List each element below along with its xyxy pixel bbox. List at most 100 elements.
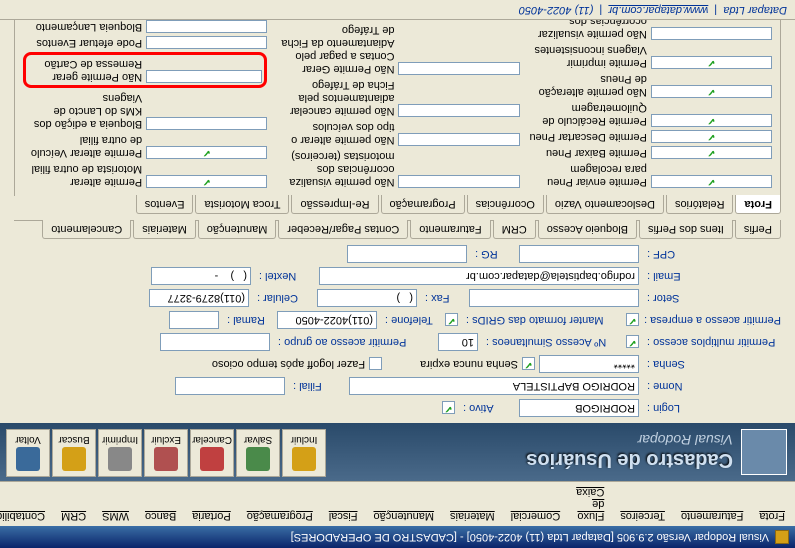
senha-input[interactable] <box>539 355 639 373</box>
option-checkbox[interactable] <box>651 27 772 40</box>
nome-input[interactable] <box>349 377 639 395</box>
tab-troca-motorista[interactable]: Troca Motorista <box>195 195 289 214</box>
menu-comercial[interactable]: Comercial <box>505 484 567 524</box>
statusbar: Datapar Ltda | www.datapar.com.br | (11)… <box>0 0 795 20</box>
status-phone: (11) 4022-4050 <box>519 4 593 16</box>
option-checkbox[interactable]: ✔ <box>651 114 772 127</box>
option-checkbox[interactable] <box>399 104 520 117</box>
buscar-button-icon <box>62 448 86 472</box>
option-label: Permite Baixar Pneu <box>528 146 647 159</box>
nextel-input[interactable] <box>151 267 251 285</box>
option-label: Não Permite Gerar Contas a pagar pelo Ad… <box>275 23 394 75</box>
option-row: ✔Permite imprimir Viagens inconsistentes <box>528 43 772 69</box>
menu-terceiros[interactable]: Terceiros <box>614 484 671 524</box>
option-checkbox[interactable] <box>146 36 267 49</box>
mult-checkbox[interactable]: ✔ <box>626 336 639 349</box>
empresa-label: Permitir acesso a empresa : <box>643 314 781 326</box>
option-checkbox[interactable] <box>399 175 520 188</box>
tel-input[interactable] <box>277 311 377 329</box>
option-checkbox[interactable]: ✔ <box>651 56 772 69</box>
menu-crm[interactable]: CRM <box>55 484 92 524</box>
option-checkbox[interactable] <box>146 70 262 83</box>
option-checkbox[interactable]: ✔ <box>651 85 772 98</box>
grid-checkbox[interactable]: ✔ <box>445 314 458 327</box>
filial-label: Filial : <box>289 380 345 392</box>
empresa-checkbox[interactable]: ✔ <box>626 314 639 327</box>
menu-materiais[interactable]: Materiais <box>444 484 501 524</box>
ativo-checkbox[interactable]: ✔ <box>442 402 455 415</box>
senha-nunca-label: Senha nunca expira <box>420 358 518 370</box>
menu-frota[interactable]: Frota <box>753 484 791 524</box>
frota-col1: ✔Permite enviar Pneu para recolagem✔Perm… <box>528 0 772 188</box>
cancelar-button[interactable]: Cancelar <box>190 429 234 477</box>
grupo-input[interactable] <box>160 333 270 351</box>
tab-eventos[interactable]: Eventos <box>136 195 194 214</box>
option-checkbox[interactable] <box>399 62 520 75</box>
fax-input[interactable] <box>317 289 417 307</box>
ramal-input[interactable] <box>169 311 219 329</box>
tab-relat-rios[interactable]: Relatórios <box>666 195 734 214</box>
option-checkbox[interactable]: ✔ <box>651 146 772 159</box>
incluir-button[interactable]: Incluir <box>282 429 326 477</box>
senha-nunca-checkbox[interactable]: ✔ <box>522 358 535 371</box>
rg-input[interactable] <box>347 245 467 263</box>
option-label: Não permite visualiza ocorrências dos mo… <box>275 149 394 188</box>
option-checkbox[interactable]: ✔ <box>146 175 267 188</box>
filial-input[interactable] <box>175 377 285 395</box>
option-checkbox[interactable]: ✔ <box>651 175 772 188</box>
menu-banco[interactable]: Banco <box>139 484 182 524</box>
tab-crm[interactable]: CRM <box>493 220 536 239</box>
setor-input[interactable] <box>469 289 639 307</box>
option-checkbox[interactable]: ✔ <box>651 130 772 143</box>
tab-faturamento[interactable]: Faturamento <box>410 220 490 239</box>
grupo-label: Permitir acesso ao grupo : <box>274 336 434 348</box>
menu-wms[interactable]: WMS <box>96 484 135 524</box>
nacesso-input[interactable] <box>438 333 478 351</box>
menu-faturamento[interactable]: Faturamento <box>675 484 749 524</box>
tab-programa-o[interactable]: Programação <box>381 195 465 214</box>
imprimir-button[interactable]: Imprimir <box>98 429 142 477</box>
option-checkbox[interactable] <box>399 133 520 146</box>
tab-manuten-o[interactable]: Manutenção <box>198 220 277 239</box>
menu-programação[interactable]: Programação <box>241 484 319 524</box>
cpf-input[interactable] <box>519 245 639 263</box>
email-input[interactable] <box>319 267 639 285</box>
tab-perfis[interactable]: Perfis <box>735 220 781 239</box>
tab-contas-pagar-receber[interactable]: Contas Pagar/Receber <box>278 220 408 239</box>
tab-re-impress-o[interactable]: Re-Impressão <box>291 195 378 214</box>
option-row: Não Permite gerar Remessa de Cartão <box>23 52 267 88</box>
buscar-button[interactable]: Buscar <box>52 429 96 477</box>
option-label: Permite enviar Pneu para recolagem <box>528 162 647 188</box>
status-site[interactable]: www.datapar.com.br <box>608 4 708 16</box>
option-checkbox[interactable]: ✔ <box>146 146 267 159</box>
salvar-button[interactable]: Salvar <box>236 429 280 477</box>
menu-contabilidade[interactable]: Contabilidade <box>0 484 51 524</box>
excluir-button[interactable]: Excluir <box>144 429 188 477</box>
option-checkbox[interactable] <box>146 20 267 33</box>
voltar-button[interactable]: Voltar <box>6 429 50 477</box>
title-text: Visual Rodopar Versão 2.9.905 [Datapar L… <box>291 531 769 543</box>
menu-portaria[interactable]: Portaria <box>186 484 237 524</box>
mult-label: Permitir multiplos acesso : <box>643 336 781 348</box>
menu-manutenção[interactable]: Manutenção <box>368 484 441 524</box>
tab-cancelamento[interactable]: Cancelamento <box>42 220 131 239</box>
tab-materiais[interactable]: Materiais <box>133 220 196 239</box>
app-icon <box>775 530 789 544</box>
tab-ocorr-ncias[interactable]: Ocorrências <box>467 195 544 214</box>
option-row: ✔ Permite enviar Pneu para recolagem <box>528 162 772 188</box>
logoff-checkbox[interactable] <box>369 358 382 371</box>
option-row: ✔Não permite alteração de Pneus <box>528 72 772 98</box>
tab-deslocamento-vazio[interactable]: Deslocamento Vazio <box>546 195 664 214</box>
nome-label: Nome : <box>643 380 781 392</box>
menu-fiscal[interactable]: Fiscal <box>323 484 364 524</box>
titlebar: Visual Rodopar Versão 2.9.905 [Datapar L… <box>0 526 795 548</box>
menu-fluxo de caixa[interactable]: Fluxo de Caixa <box>570 484 610 524</box>
nextel-label: Nextel : <box>255 270 315 282</box>
tab-itens-dos-perfis[interactable]: Itens dos Perfis <box>639 220 733 239</box>
login-input[interactable] <box>519 399 639 417</box>
cel-input[interactable] <box>149 289 249 307</box>
option-checkbox[interactable] <box>146 117 267 130</box>
tab-bloqueio-acesso[interactable]: Bloqueio Acesso <box>538 220 637 239</box>
frota-col2: Não permite visualiza ocorrências dos mo… <box>275 0 519 188</box>
tab-frota[interactable]: Frota <box>736 195 782 214</box>
